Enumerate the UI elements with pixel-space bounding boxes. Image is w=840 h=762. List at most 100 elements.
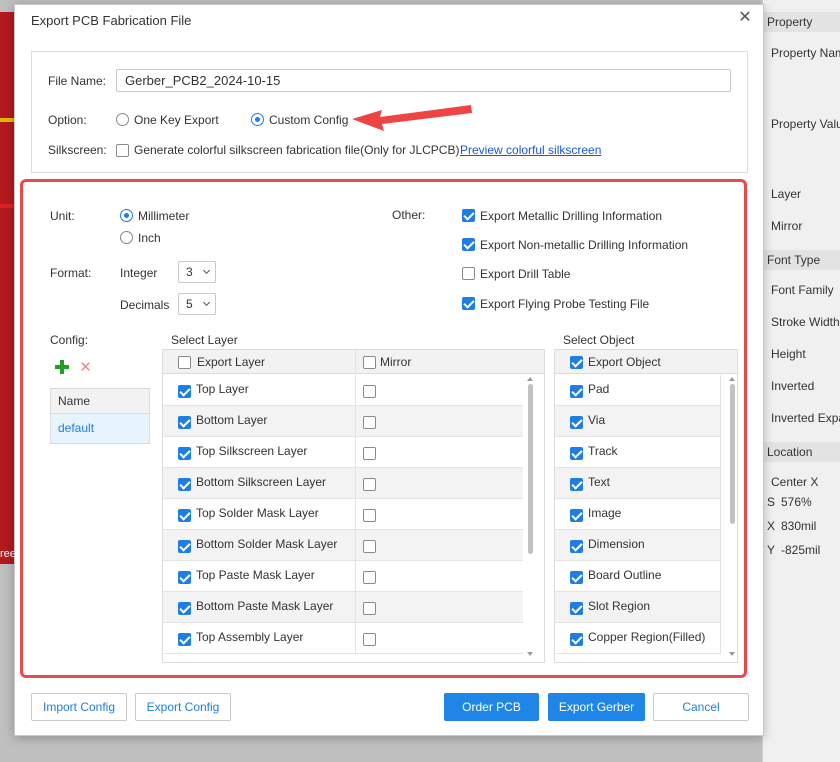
layer-row[interactable]: Bottom Silkscreen Layer: [163, 468, 523, 499]
layer-export-checkbox[interactable]: [178, 633, 191, 646]
object-row[interactable]: Text: [555, 468, 721, 499]
layer-mirror-checkbox[interactable]: [363, 540, 376, 553]
object-export-checkbox[interactable]: [570, 633, 583, 646]
layer-row[interactable]: Top Paste Mask Layer: [163, 561, 523, 592]
layer-row[interactable]: Bottom Solder Mask Layer: [163, 530, 523, 561]
object-name: Pad: [588, 382, 610, 396]
decimals-select[interactable]: 5: [178, 293, 216, 315]
export-object-header: Export Object: [588, 355, 661, 369]
delete-icon[interactable]: ✕: [79, 360, 92, 375]
layer-name: Bottom Paste Mask Layer: [196, 599, 334, 613]
layer-mirror-checkbox[interactable]: [363, 633, 376, 646]
layer-row[interactable]: Top Assembly Layer: [163, 623, 523, 654]
other-option-checkbox[interactable]: [462, 209, 475, 222]
export-layer-all-checkbox[interactable]: [178, 356, 191, 369]
layer-mirror-checkbox[interactable]: [363, 447, 376, 460]
scroll-down-icon[interactable]: [527, 652, 533, 656]
layer-export-checkbox[interactable]: [178, 478, 191, 491]
object-row[interactable]: Image: [555, 499, 721, 530]
unit-label: Unit:: [50, 209, 75, 223]
object-export-checkbox[interactable]: [570, 416, 583, 429]
object-export-checkbox[interactable]: [570, 385, 583, 398]
layer-export-checkbox[interactable]: [178, 416, 191, 429]
mirror-header: Mirror: [380, 355, 412, 369]
other-option-checkbox[interactable]: [462, 297, 475, 310]
other-option-label[interactable]: Export Non-metallic Drilling Information: [480, 238, 688, 252]
layer-mirror-checkbox[interactable]: [363, 509, 376, 522]
object-row[interactable]: Track: [555, 437, 721, 468]
object-scrollbar[interactable]: [730, 384, 735, 524]
unit-inch-label[interactable]: Inch: [138, 231, 161, 245]
other-option-checkbox[interactable]: [462, 267, 475, 280]
object-export-checkbox[interactable]: [570, 602, 583, 615]
layer-mirror-checkbox[interactable]: [363, 385, 376, 398]
close-icon[interactable]: ✕: [737, 10, 753, 26]
object-row[interactable]: Slot Region: [555, 592, 721, 623]
layer-mirror-cell: [356, 406, 523, 437]
plus-icon[interactable]: [55, 360, 69, 374]
layer-export-checkbox[interactable]: [178, 447, 191, 460]
import-config-button[interactable]: Import Config: [31, 693, 127, 721]
scroll-up-icon[interactable]: [527, 377, 533, 381]
layer-export-checkbox[interactable]: [178, 385, 191, 398]
export-object-all-checkbox[interactable]: [570, 356, 583, 369]
object-row[interactable]: Via: [555, 406, 721, 437]
object-row[interactable]: Pad: [555, 375, 721, 406]
file-name-label: File Name:: [48, 74, 107, 88]
other-option-label[interactable]: Export Metallic Drilling Information: [480, 209, 662, 223]
layer-row[interactable]: Top Silkscreen Layer: [163, 437, 523, 468]
layer-mirror-checkbox[interactable]: [363, 571, 376, 584]
custom-config-label[interactable]: Custom Config: [269, 113, 348, 127]
file-name-input[interactable]: [116, 69, 731, 92]
property-label: Font Type: [767, 253, 821, 267]
export-gerber-button[interactable]: Export Gerber: [548, 693, 645, 721]
property-label: -825mil: [781, 543, 821, 557]
object-row[interactable]: Board Outline: [555, 561, 721, 592]
scroll-down-icon[interactable]: [729, 652, 735, 656]
layer-mirror-checkbox[interactable]: [363, 416, 376, 429]
layer-export-checkbox[interactable]: [178, 602, 191, 615]
object-export-checkbox[interactable]: [570, 509, 583, 522]
layer-row[interactable]: Top Solder Mask Layer: [163, 499, 523, 530]
other-option-checkbox[interactable]: [462, 238, 475, 251]
object-export-checkbox[interactable]: [570, 478, 583, 491]
other-option-label[interactable]: Export Drill Table: [480, 267, 570, 281]
layer-mirror-checkbox[interactable]: [363, 602, 376, 615]
mirror-all-checkbox[interactable]: [363, 356, 376, 369]
one-key-export-radio[interactable]: [116, 113, 129, 126]
preview-silkscreen-link[interactable]: Preview colorful silkscreen: [460, 143, 601, 157]
layer-row[interactable]: Bottom Paste Mask Layer: [163, 592, 523, 623]
mirror-header-cell: Mirror: [356, 350, 530, 374]
silkscreen-checkbox[interactable]: [116, 144, 129, 157]
object-row[interactable]: Copper Region(Filled): [555, 623, 721, 654]
object-row[interactable]: Dimension: [555, 530, 721, 561]
object-export-checkbox[interactable]: [570, 447, 583, 460]
layer-export-checkbox[interactable]: [178, 509, 191, 522]
layer-export-cell: Top Assembly Layer: [163, 623, 356, 654]
one-key-export-label[interactable]: One Key Export: [134, 113, 219, 127]
unit-millimeter-radio[interactable]: [120, 209, 133, 222]
layer-row[interactable]: Bottom Layer: [163, 406, 523, 437]
decimals-label: Decimals: [120, 298, 170, 312]
layer-row[interactable]: Top Layer: [163, 375, 523, 406]
scroll-up-icon[interactable]: [729, 377, 735, 381]
unit-inch-radio[interactable]: [120, 231, 133, 244]
layer-export-checkbox[interactable]: [178, 540, 191, 553]
object-export-checkbox[interactable]: [570, 571, 583, 584]
property-row: S 576%: [763, 495, 840, 509]
property-prefix: X: [767, 519, 776, 533]
object-name: Track: [588, 444, 618, 458]
export-config-button[interactable]: Export Config: [135, 693, 231, 721]
silkscreen-checkbox-text[interactable]: Generate colorful silkscreen fabrication…: [134, 143, 459, 157]
custom-config-radio[interactable]: [251, 113, 264, 126]
layer-mirror-checkbox[interactable]: [363, 478, 376, 491]
object-export-checkbox[interactable]: [570, 540, 583, 553]
layer-export-checkbox[interactable]: [178, 571, 191, 584]
other-option-label[interactable]: Export Flying Probe Testing File: [480, 297, 649, 311]
layer-scrollbar[interactable]: [528, 384, 533, 554]
config-row-default[interactable]: default: [51, 414, 149, 443]
integer-select[interactable]: 3: [178, 261, 216, 283]
cancel-button[interactable]: Cancel: [653, 693, 749, 721]
unit-millimeter-label[interactable]: Millimeter: [138, 209, 189, 223]
order-pcb-button[interactable]: Order PCB: [444, 693, 539, 721]
